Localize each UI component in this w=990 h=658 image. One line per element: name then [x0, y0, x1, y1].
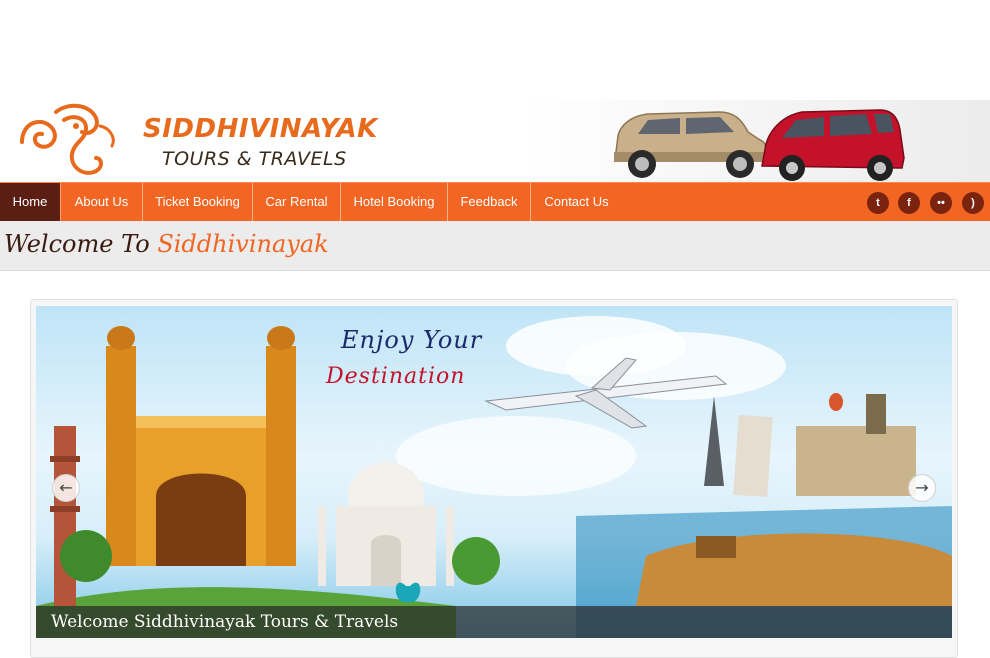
flickr-icon[interactable]: •• — [930, 192, 952, 214]
nav-item-car-rental[interactable]: Car Rental — [253, 183, 341, 221]
nav-item-feedback[interactable]: Feedback — [448, 183, 531, 221]
slide-headline-2: Destination — [326, 364, 466, 389]
site-header: SIDDHIVINAYAK TOURS & TRAVELS — [0, 100, 990, 182]
hero-slide: Enjoy Your Destination ← → Welcome Siddh… — [36, 306, 952, 638]
nav-item-contact-us[interactable]: Contact Us — [531, 183, 622, 221]
welcome-band: Welcome To Siddhivinayak — [0, 221, 990, 271]
welcome-prefix: Welcome To — [4, 230, 150, 258]
twitter-icon[interactable]: t — [867, 192, 889, 214]
ganesha-logo-icon — [20, 103, 115, 175]
facebook-icon[interactable]: f — [898, 192, 920, 214]
slide-caption: Welcome Siddhivinayak Tours & Travels — [36, 606, 952, 638]
nav-item-about-us[interactable]: About Us — [61, 183, 143, 221]
brand-name[interactable]: SIDDHIVINAYAK — [143, 114, 378, 144]
slide-caption-text: Welcome Siddhivinayak Tours & Travels — [51, 612, 399, 632]
welcome-title: Welcome To Siddhivinayak — [4, 230, 329, 258]
travel-collage-image — [36, 316, 952, 638]
nav-item-hotel-booking[interactable]: Hotel Booking — [341, 183, 448, 221]
brand-tagline: TOURS & TRAVELS — [162, 148, 347, 170]
nav-item-home[interactable]: Home — [0, 183, 61, 221]
rss-icon[interactable]: ) — [962, 192, 984, 214]
nav-item-ticket-booking[interactable]: Ticket Booking — [143, 183, 253, 221]
arrow-left-icon[interactable]: ← — [52, 474, 80, 502]
page: SIDDHIVINAYAK TOURS & TRAVELS Home About… — [0, 0, 990, 658]
welcome-brand: Siddhivinayak — [157, 230, 329, 258]
cars-illustration-icon — [614, 109, 905, 181]
arrow-right-icon[interactable]: → — [908, 474, 936, 502]
main-nav: Home About Us Ticket Booking Car Rental … — [0, 182, 990, 221]
header-cars-image — [520, 100, 990, 182]
slide-headline-1: Enjoy Your — [341, 326, 483, 354]
